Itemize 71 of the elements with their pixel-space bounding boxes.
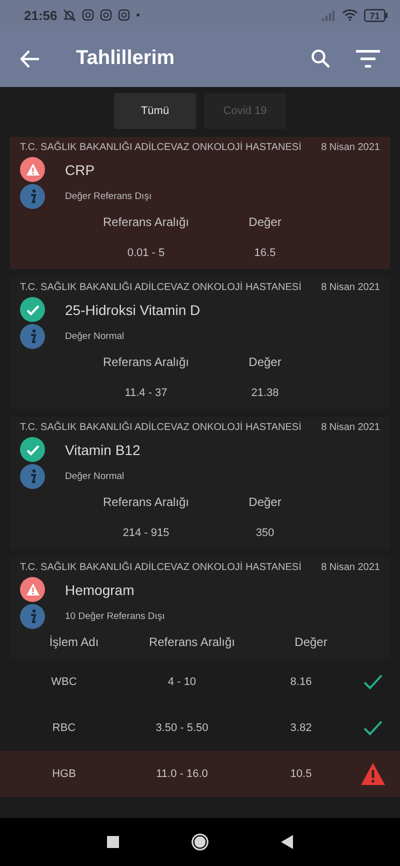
camera-app-icon [100,9,112,21]
column-header: Referans Aralığı [148,634,236,651]
result-value: 21.38 [250,386,280,401]
result-value: 16.5 [253,246,277,261]
info-icon[interactable] [20,604,45,629]
test-name: 25-Hidroksi Vitamin D [65,302,200,318]
test-card[interactable]: T.C. SAĞLIK BAKANLIĞI ADİLCEVAZ ONKOLOJİ HASTANESİ 8 Nisan 2021 Vitamin B12 Değer Normal Referans Aralığı Değer 214 - 915 350 [10,417,390,549]
back-button[interactable] [18,48,42,70]
hospital-name: T.C. SAĞLIK BAKANLIĞI ADİLCEVAZ ONKOLOJİ HASTANESİ [20,422,302,433]
test-card[interactable]: T.C. SAĞLIK BAKANLIĞI ADİLCEVAZ ONKOLOJİ HASTANESİ 8 Nisan 2021 Hemogram 10 Değer Referans Dışı İşlem Adı Referans Aralığı Değer [10,557,390,659]
table-cell-text: 3.82 [289,721,313,736]
table-cell-text: 3.50 - 5.50 [154,721,210,736]
column-header: Değer [248,354,282,371]
info-icon[interactable] [20,184,45,209]
check-icon [26,444,40,456]
hospital-name: T.C. SAĞLIK BAKANLIĞI ADİLCEVAZ ONKOLOJİ HASTANESİ [20,562,302,573]
check-icon [363,720,383,736]
table-cell-text: RBC [51,721,77,736]
column-header: Değer [294,634,328,651]
result-status: 10 Değer Referans Dışı [65,611,165,622]
column-header: Referans Aralığı [102,494,190,511]
warning-icon [26,163,40,176]
table-cell-text: 8.16 [289,675,313,690]
column-header: Referans Aralığı [102,354,190,371]
test-date: 8 Nisan 2021 [321,422,380,433]
info-icon[interactable] [20,464,45,489]
search-button[interactable] [309,47,332,70]
reference-range: 11.4 - 37 [124,386,168,401]
hospital-name: T.C. SAĞLIK BAKANLIĞI ADİLCEVAZ ONKOLOJİ HASTANESİ [20,142,302,153]
test-date: 8 Nisan 2021 [321,562,380,573]
test-date: 8 Nisan 2021 [321,282,380,293]
result-status: Değer Referans Dışı [65,191,152,202]
warning-icon [361,763,385,785]
reference-range: 214 - 915 [122,526,170,541]
table-cell-text: WBC [50,675,78,690]
result-value: 350 [254,526,276,541]
signal-icon [322,10,336,20]
camera-app-icon [118,9,130,21]
check-icon [26,304,40,316]
hospital-name: T.C. SAĞLIK BAKANLIĞI ADİLCEVAZ ONKOLOJİ HASTANESİ [20,282,302,293]
table-cell-text: 11.0 - 16.0 [155,767,209,782]
result-status: Değer Normal [65,471,124,482]
column-header: Değer [248,494,282,511]
column-header: Referans Aralığı [102,214,190,231]
clock: 21:56 [24,8,58,22]
warning-icon [26,583,40,596]
column-header: Değer [248,214,282,231]
camera-app-icon [82,9,94,21]
home-icon[interactable] [191,833,209,851]
column-header: İşlem Adı [48,634,100,651]
test-date: 8 Nisan 2021 [321,142,380,153]
table-cell-text: 4 - 10 [166,675,198,690]
wifi-icon [342,9,358,21]
table-cell-text: 10.5 [289,767,313,782]
page-title: Tahlillerim [76,47,176,70]
check-icon [363,674,383,690]
filter-button[interactable] [354,48,382,70]
dot-icon [136,13,140,17]
test-card[interactable]: T.C. SAĞLIK BAKANLIĞI ADİLCEVAZ ONKOLOJİ HASTANESİ 8 Nisan 2021 25-Hidroksi Vitamin D Değer Normal Referans Aralığı Değer 11.4 - 37 21.38 [10,277,390,409]
info-icon[interactable] [20,324,45,349]
back-nav-icon[interactable] [281,835,293,849]
test-name: CRP [65,162,95,178]
reference-range: 0.01 - 5 [126,246,166,261]
test-name: Hemogram [65,582,134,598]
test-name: Vitamin B12 [65,442,140,458]
battery-icon: 71 [364,8,388,22]
filter-tab[interactable]: Tümü [114,93,196,129]
test-card[interactable]: T.C. SAĞLIK BAKANLIĞI ADİLCEVAZ ONKOLOJİ HASTANESİ 8 Nisan 2021 CRP Değer Referans Dışı Referans Aralığı Değer 0.01 - 5 16.5 [10,137,390,269]
result-status: Değer Normal [65,331,124,342]
table-cell-text: HGB [51,767,77,782]
notifications-off-icon [63,8,76,22]
